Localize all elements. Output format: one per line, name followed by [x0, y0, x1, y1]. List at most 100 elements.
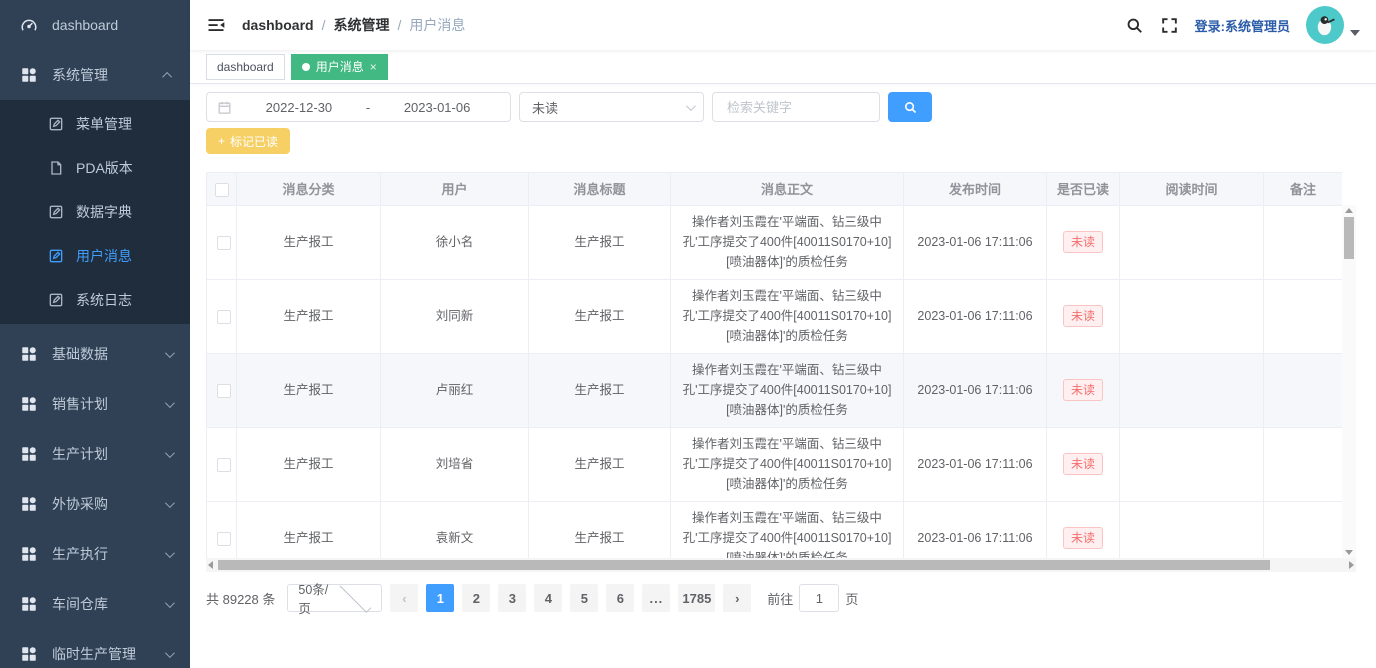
tags-view-bar: dashboard用户消息×: [190, 50, 1376, 84]
breadcrumb-separator: /: [397, 17, 401, 33]
sidebar-subitem-label: 数据字典: [76, 202, 190, 222]
sidebar-item-label: 系统管理: [52, 65, 159, 85]
row-checkbox[interactable]: [217, 236, 231, 250]
scroll-up-arrow-icon[interactable]: [1345, 208, 1353, 213]
tag-dashboard[interactable]: dashboard: [206, 54, 285, 80]
table-row: 生产报工刘同新生产报工操作者刘玉霞在'平端面、钻三级中孔'工序提交了400件[4…: [207, 279, 1343, 353]
page-button-6[interactable]: 6: [606, 584, 634, 612]
next-page-button[interactable]: ›: [723, 584, 751, 612]
page-button-3[interactable]: 3: [498, 584, 526, 612]
page-size-select[interactable]: 50条/页: [287, 584, 382, 612]
sidebar-collapse-icon[interactable]: [206, 15, 226, 35]
breadcrumb-item: 用户消息: [409, 15, 465, 35]
cell-publish_time: 2023-01-06 17:11:06: [904, 501, 1047, 558]
grid-icon: [20, 445, 38, 463]
page-size-value: 50条/页: [298, 579, 335, 617]
messages-table-wrap: 消息分类用户消息标题消息正文发布时间是否已读阅读时间备注 生产报工徐小名生产报工…: [206, 172, 1356, 572]
date-separator: -: [362, 100, 374, 115]
grid-icon: [20, 595, 38, 613]
sidebar-subitem-4[interactable]: 系统日志: [0, 278, 190, 322]
edit-icon: [48, 204, 64, 220]
login-user-label[interactable]: 登录:系统管理员: [1195, 16, 1290, 35]
page-button-4[interactable]: 4: [534, 584, 562, 612]
avatar[interactable]: [1306, 6, 1344, 44]
column-header-category: 消息分类: [237, 173, 381, 205]
messages-table: 消息分类用户消息标题消息正文发布时间是否已读阅读时间备注 生产报工徐小名生产报工…: [206, 173, 1342, 558]
date-start-value[interactable]: 2022-12-30: [236, 100, 362, 115]
read-status-select[interactable]: 未读: [519, 92, 704, 122]
status-badge: 未读: [1063, 527, 1103, 549]
sidebar-menu: dashboard 系统管理菜单管理PDA版本数据字典用户消息系统日志基础数据销售…: [0, 0, 190, 668]
header-checkbox-cell: [207, 173, 237, 205]
user-menu[interactable]: [1306, 6, 1360, 44]
sidebar-item-6[interactable]: 生产执行: [0, 529, 190, 579]
sidebar-item-label: 外协采购: [52, 494, 159, 514]
scroll-down-arrow-icon[interactable]: [1345, 550, 1353, 555]
cell-content: 操作者刘玉霞在'平端面、钻三级中孔'工序提交了400件[40011S0170+1…: [671, 205, 904, 279]
sidebar-item-4[interactable]: 生产计划: [0, 429, 190, 479]
document-icon: [48, 160, 64, 176]
horizontal-scrollbar[interactable]: [206, 558, 1356, 572]
goto-page-input[interactable]: [799, 584, 839, 612]
sidebar-item-2[interactable]: 基础数据: [0, 329, 190, 379]
page-button-2[interactable]: 2: [462, 584, 490, 612]
column-header-read_time: 阅读时间: [1120, 173, 1264, 205]
vertical-scrollbar-thumb[interactable]: [1344, 217, 1354, 259]
sidebar-item-5[interactable]: 外协采购: [0, 479, 190, 529]
chevron-down-icon: [165, 398, 175, 408]
sidebar-item-8[interactable]: 临时生产管理: [0, 629, 190, 668]
cell-content: 操作者刘玉霞在'平端面、钻三级中孔'工序提交了400件[40011S0170+1…: [671, 279, 904, 353]
horizontal-scrollbar-thumb[interactable]: [218, 560, 1270, 570]
breadcrumb-item[interactable]: dashboard: [242, 17, 314, 33]
row-checkbox[interactable]: [217, 532, 231, 546]
page-button-5[interactable]: 5: [570, 584, 598, 612]
sidebar-item-label: 车间仓库: [52, 594, 159, 614]
sidebar-item-0[interactable]: dashboard: [0, 0, 190, 50]
cell-publish_time: 2023-01-06 17:11:06: [904, 205, 1047, 279]
goto-page: 前往 页: [767, 584, 858, 612]
mark-read-label: 标记已读: [230, 133, 278, 150]
breadcrumb-item[interactable]: 系统管理: [333, 15, 389, 35]
grid-icon: [20, 645, 38, 663]
tag-用户消息[interactable]: 用户消息×: [291, 54, 388, 80]
fullscreen-icon[interactable]: [1160, 16, 1179, 35]
sidebar-item-3[interactable]: 销售计划: [0, 379, 190, 429]
more-pages-button[interactable]: ...: [642, 584, 670, 612]
goto-suffix: 页: [845, 589, 858, 608]
dashboard-icon: [20, 16, 38, 34]
sidebar-subitem-2[interactable]: 数据字典: [0, 190, 190, 234]
search-icon[interactable]: [1125, 16, 1144, 35]
status-badge: 未读: [1063, 379, 1103, 401]
row-checkbox[interactable]: [217, 384, 231, 398]
scroll-left-arrow-icon[interactable]: [208, 561, 213, 569]
sidebar-item-7[interactable]: 车间仓库: [0, 579, 190, 629]
keyword-input[interactable]: [725, 99, 867, 116]
page-button-1785[interactable]: 1785: [678, 584, 715, 612]
cell-publish_time: 2023-01-06 17:11:06: [904, 427, 1047, 501]
sidebar-subitem-0[interactable]: 菜单管理: [0, 102, 190, 146]
mark-read-button[interactable]: + 标记已读: [206, 128, 290, 154]
close-icon[interactable]: ×: [370, 61, 377, 73]
chevron-down-icon: [165, 348, 175, 358]
search-icon: [903, 100, 918, 115]
date-end-value[interactable]: 2023-01-06: [374, 100, 500, 115]
page-button-1[interactable]: 1: [426, 584, 454, 612]
select-all-checkbox[interactable]: [215, 183, 229, 197]
chevron-down-icon: [165, 648, 175, 658]
row-checkbox[interactable]: [217, 458, 231, 472]
sidebar-item-1[interactable]: 系统管理: [0, 50, 190, 100]
prev-page-button[interactable]: ‹: [390, 584, 418, 612]
date-range-picker[interactable]: 2022-12-30 - 2023-01-06: [206, 92, 511, 122]
search-button[interactable]: [888, 92, 932, 122]
status-badge: 未读: [1063, 305, 1103, 327]
row-checkbox[interactable]: [217, 310, 231, 324]
calendar-icon: [217, 100, 232, 115]
scroll-right-arrow-icon[interactable]: [1349, 561, 1354, 569]
cell-read_time: [1120, 501, 1264, 558]
sidebar-subitem-3[interactable]: 用户消息: [0, 234, 190, 278]
vertical-scrollbar[interactable]: [1342, 205, 1356, 558]
chevron-down-icon: [340, 581, 372, 613]
sidebar-subitem-label: 系统日志: [76, 290, 190, 310]
sidebar-subitem-1[interactable]: PDA版本: [0, 146, 190, 190]
cell-category: 生产报工: [237, 205, 381, 279]
